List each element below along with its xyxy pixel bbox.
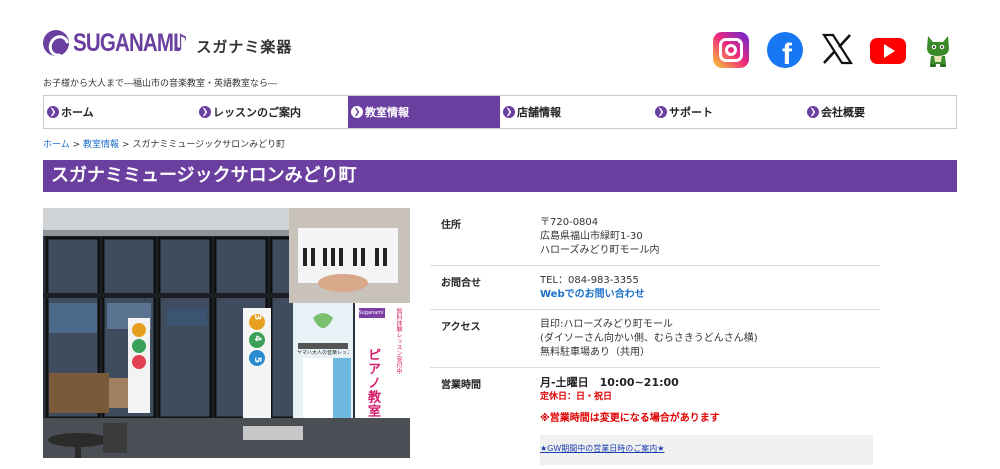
breadcrumb-section-link[interactable]: 教室情報: [83, 140, 119, 150]
building-name: ハローズみどり町モール内: [540, 245, 660, 256]
chevron-right-icon: ❯: [47, 106, 59, 118]
chevron-right-icon: ❯: [503, 106, 515, 118]
closed-days: 定休日：日・祝日: [540, 392, 613, 402]
chevron-right-icon: ❯: [807, 106, 819, 118]
breadcrumb: ホーム > 教室情報 > スガナミミュージックサロンみどり町: [43, 137, 285, 150]
chevron-right-icon: ❯: [199, 106, 211, 118]
nav-item-label: 教室情報: [365, 106, 409, 119]
postal-code: 〒720-0804: [540, 217, 599, 228]
nav-item-stores[interactable]: ❯ 店舗情報: [500, 96, 652, 128]
banner-logo: Suganami: [358, 310, 384, 316]
piano-class-banner: ピアノ教室: [365, 348, 380, 418]
hours-label: 営業時間: [441, 380, 481, 391]
street-address: 広島県福山市緑町1-30: [540, 231, 643, 242]
nav-item-classrooms[interactable]: ❯ 教室情報: [348, 96, 500, 128]
nav-item-label: ホーム: [61, 106, 94, 119]
access-label: アクセス: [441, 322, 481, 333]
chevron-right-icon: ❯: [655, 106, 667, 118]
parking-info: 無料駐車場あり（共用）: [540, 347, 650, 358]
business-hours: 月-土曜日 10:00~21:00: [540, 376, 679, 389]
breadcrumb-home-link[interactable]: ホーム: [43, 140, 70, 150]
phone-number[interactable]: TEL：084-983-3355: [540, 274, 645, 288]
location-detail: (ダイソーさん向かい側、むらさきうどんさん横): [540, 333, 758, 344]
site-tagline: お子様から大人まで―福山市の音楽教室・英語教室なら―: [43, 79, 278, 89]
youtube-icon[interactable]: [870, 38, 906, 64]
hours-change-note: ※営業時間は変更になる場合があります: [540, 413, 720, 424]
site-logo[interactable]: SUGANAMI ♪ スガナミ楽器: [43, 26, 292, 60]
nav-item-lessons[interactable]: ❯ レッスンのご案内: [196, 96, 348, 128]
store-photo: ピアノ教室 Suganami 無料体験レッスン受付中 ヤマハ大人の音楽レッスン …: [43, 208, 410, 458]
facebook-icon[interactable]: f: [767, 32, 803, 68]
landmark-text: 目印:ハローズみどり町モール: [540, 319, 673, 330]
age-badge-sign: 3 4 5: [252, 314, 262, 370]
chevron-right-icon: ❯: [351, 106, 363, 118]
nav-item-label: レッスンのご案内: [213, 106, 301, 119]
hours-row: 営業時間 月-土曜日 10:00~21:00 定休日：日・祝日 ※営業時間は変更…: [430, 368, 880, 469]
access-row: アクセス 目印:ハローズみどり町モール (ダイソーさん向かい側、むらさきうどんさ…: [430, 310, 880, 368]
contact-row: お問合せ TEL：084-983-3355 Webでのお問い合わせ: [430, 266, 880, 310]
page-title: スガナミミュージックサロンみどり町: [43, 160, 957, 192]
nav-item-label: 店舗情報: [517, 106, 561, 119]
yamaha-adult-lesson-sign: ヤマハ大人の音楽レッスン: [297, 350, 349, 356]
main-nav: ❯ ホーム ❯ レッスンのご案内 ❯ 教室情報 ❯ 店舗情報 ❯ サポート ❯ …: [43, 95, 957, 129]
web-inquiry-link[interactable]: Webでのお問い合わせ: [540, 288, 645, 302]
breadcrumb-current: スガナミミュージックサロンみどり町: [132, 140, 286, 150]
logo-wordmark: SUGANAMI: [73, 28, 179, 57]
breadcrumb-separator: >: [72, 140, 81, 150]
nav-item-label: 会社概要: [821, 106, 865, 119]
address-row: 住所 〒720-0804 広島県福山市緑町1-30 ハローズみどり町モール内: [430, 208, 880, 266]
nav-item-support[interactable]: ❯ サポート: [652, 96, 804, 128]
instagram-icon[interactable]: [713, 32, 749, 68]
logo-japanese-name: スガナミ楽器: [196, 37, 293, 56]
address-label: 住所: [441, 220, 461, 231]
nav-item-label: サポート: [669, 106, 713, 119]
trial-lesson-banner: 無料体験レッスン受付中: [395, 308, 402, 374]
nav-item-home[interactable]: ❯ ホーム: [44, 96, 196, 128]
breadcrumb-separator: >: [121, 140, 130, 150]
x-icon[interactable]: [820, 32, 854, 66]
nav-item-company[interactable]: ❯ 会社概要: [804, 96, 956, 128]
contact-label: お問合せ: [441, 278, 481, 289]
logo-mark-icon: [43, 30, 69, 56]
gw-hours-link[interactable]: ★GW期間中の営業日時のご案内★: [540, 435, 873, 465]
mascot-icon[interactable]: [925, 32, 951, 68]
classroom-info-table: 住所 〒720-0804 広島県福山市緑町1-30 ハローズみどり町モール内 お…: [430, 208, 880, 469]
